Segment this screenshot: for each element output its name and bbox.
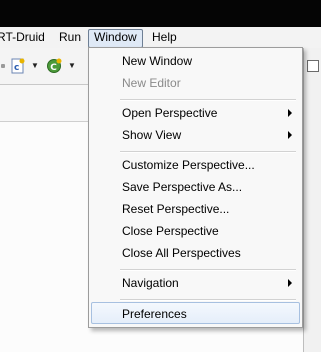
menu-item-label: Customize Perspective...	[122, 158, 255, 172]
menu-item-label: Show View	[122, 128, 182, 142]
menu-rt-druid[interactable]: RT-Druid	[0, 29, 50, 46]
svg-text:c: c	[14, 63, 19, 73]
menu-item-label: Navigation	[122, 276, 179, 290]
menu-item-label: Save Perspective As...	[122, 180, 243, 194]
menu-item-close-perspective[interactable]: Close Perspective	[91, 220, 300, 242]
menu-item-label: Close Perspective	[122, 224, 219, 238]
menu-item-open-perspective[interactable]: Open Perspective	[91, 102, 300, 124]
menu-separator	[120, 299, 296, 301]
menu-item-customize-perspective[interactable]: Customize Perspective...	[91, 154, 300, 176]
minimized-view-bar	[303, 48, 321, 352]
submenu-arrow-icon	[288, 279, 292, 287]
menu-item-navigation[interactable]: Navigation	[91, 272, 300, 294]
toolbar-grip	[1, 64, 5, 68]
chevron-down-icon[interactable]: ▼	[68, 62, 76, 70]
menu-window[interactable]: Window	[88, 29, 143, 48]
menu-separator	[120, 269, 296, 271]
class-file-icon[interactable]: c	[10, 58, 26, 74]
window-titlebar	[0, 0, 321, 27]
submenu-arrow-icon	[288, 109, 292, 117]
menu-help[interactable]: Help	[147, 29, 182, 46]
menu-item-label: Open Perspective	[122, 106, 218, 120]
menu-item-new-editor: New Editor	[91, 72, 300, 94]
run-config-icon[interactable]: C	[46, 58, 62, 74]
menu-item-label: New Window	[122, 54, 193, 68]
menu-run[interactable]: Run	[54, 29, 86, 46]
menu-item-label: New Editor	[122, 76, 181, 90]
menu-item-save-perspective-as[interactable]: Save Perspective As...	[91, 176, 300, 198]
submenu-arrow-icon	[288, 131, 292, 139]
window-menu-dropdown: New Window New Editor Open Perspective S…	[88, 47, 303, 328]
menu-item-new-window[interactable]: New Window	[91, 50, 300, 72]
restore-icon[interactable]	[307, 60, 319, 72]
menu-separator	[120, 99, 296, 101]
chevron-down-icon[interactable]: ▼	[31, 62, 39, 70]
svg-text:C: C	[50, 63, 57, 73]
menu-item-label: Close All Perspectives	[122, 246, 241, 260]
menu-item-show-view[interactable]: Show View	[91, 124, 300, 146]
menu-item-label: Preferences	[122, 307, 187, 321]
menu-bar: RT-Druid Run Window Help	[0, 27, 321, 49]
menu-item-close-all-perspectives[interactable]: Close All Perspectives	[91, 242, 300, 264]
menu-item-label: Reset Perspective...	[122, 202, 230, 216]
menu-item-preferences[interactable]: Preferences	[91, 302, 300, 324]
menu-item-reset-perspective[interactable]: Reset Perspective...	[91, 198, 300, 220]
menu-separator	[120, 151, 296, 153]
